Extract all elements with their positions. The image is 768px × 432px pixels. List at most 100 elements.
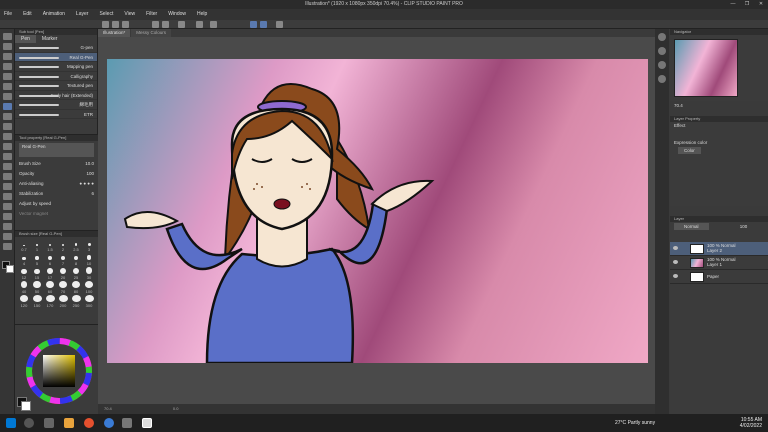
minimize-button[interactable]: — <box>726 0 740 9</box>
brush-size-option[interactable]: 2 <box>57 239 69 252</box>
layer-opacity[interactable]: 100 <box>740 224 748 229</box>
brush-size-option[interactable]: 170 <box>44 295 56 308</box>
brush-size-option[interactable]: 120 <box>18 295 30 308</box>
layer-row[interactable]: Paper <box>670 270 768 284</box>
brush-size-option[interactable]: 250 <box>70 295 82 308</box>
doc-tab-messy-colours[interactable]: Messy Colours <box>131 29 172 37</box>
snap-special-ruler-icon[interactable] <box>260 21 267 28</box>
brush-tool-icon[interactable] <box>3 123 12 130</box>
brush-size-option[interactable]: 300 <box>83 295 95 308</box>
eraser-tool-icon[interactable] <box>3 153 12 160</box>
brush-size-option[interactable]: 7 <box>57 253 69 266</box>
eye-icon[interactable] <box>673 274 678 278</box>
blend-tool-icon[interactable] <box>3 163 12 170</box>
undo-icon[interactable] <box>152 21 159 28</box>
brush-item[interactable]: 綿毛用 <box>15 100 97 110</box>
brush-size-option[interactable]: 10 <box>83 253 95 266</box>
brush-size-option[interactable]: 12 <box>18 267 30 280</box>
brush-size-value[interactable]: 10.0 <box>85 159 94 169</box>
menu-filter[interactable]: Filter <box>146 9 157 20</box>
sub-color-swatch[interactable] <box>6 265 14 273</box>
weather-widget[interactable]: 27°C Partly sunny <box>615 420 655 426</box>
snap-ruler-icon[interactable] <box>250 21 257 28</box>
blend-mode-select[interactable]: Normal <box>674 223 709 230</box>
anti-aliasing-selector[interactable]: ● ● ● ● <box>79 179 94 189</box>
brush-size-option[interactable]: 1.5 <box>44 239 56 252</box>
eye-icon[interactable] <box>673 260 678 264</box>
fill-tool-icon[interactable] <box>3 173 12 180</box>
brush-size-option[interactable]: 70 <box>57 281 69 294</box>
menu-edit[interactable]: Edit <box>23 9 32 20</box>
start-icon[interactable] <box>6 418 16 428</box>
brush-size-option[interactable]: 200 <box>57 295 69 308</box>
search-icon[interactable] <box>658 33 666 41</box>
brush-size-option[interactable]: 0.7 <box>18 239 30 252</box>
opacity-value[interactable]: 100 <box>86 169 94 179</box>
angle-readout[interactable]: 0.0 <box>173 406 179 411</box>
save-icon[interactable] <box>122 21 129 28</box>
menu-window[interactable]: Window <box>168 9 186 20</box>
vector-magnet-checkbox[interactable]: Vector magnet <box>19 209 48 219</box>
color-sub-swatch[interactable] <box>21 401 31 411</box>
brush-size-option[interactable]: 80 <box>70 281 82 294</box>
brush-size-option[interactable]: 8 <box>70 253 82 266</box>
file-explorer-icon[interactable] <box>64 418 74 428</box>
pen-tool-icon[interactable] <box>3 103 12 110</box>
new-icon[interactable] <box>102 21 109 28</box>
chrome-icon[interactable] <box>104 418 114 428</box>
selection-tool-icon[interactable] <box>3 73 12 80</box>
print-icon[interactable] <box>196 21 203 28</box>
menu-view[interactable]: View <box>124 9 135 20</box>
brush-size-option[interactable]: 1 <box>31 239 43 252</box>
brush-item[interactable]: ETR <box>15 110 97 119</box>
frame-tool-icon[interactable] <box>3 203 12 210</box>
clock[interactable]: 10:55 AM 4/02/2022 <box>740 417 762 429</box>
brush-item[interactable]: Calligraphy <box>15 72 97 81</box>
tab-pen[interactable]: Pen <box>15 35 36 43</box>
operation-tool-icon[interactable] <box>3 53 12 60</box>
close-button[interactable]: ✕ <box>754 0 768 9</box>
navigator-zoom[interactable]: 70.4 <box>674 103 683 108</box>
figure-tool-icon[interactable] <box>3 193 12 200</box>
maximize-button[interactable]: ❐ <box>740 0 754 9</box>
brush-size-option[interactable]: 3 <box>83 239 95 252</box>
layer-row[interactable]: 100 % Normal Layer 2 <box>670 242 768 256</box>
move-layer-tool-icon[interactable] <box>3 63 12 70</box>
ruler-tool-icon[interactable] <box>3 213 12 220</box>
brush-size-option[interactable]: 150 <box>31 295 43 308</box>
auto-select-tool-icon[interactable] <box>3 83 12 90</box>
search-taskbar-icon[interactable] <box>24 418 34 428</box>
move-tool-icon[interactable] <box>3 43 12 50</box>
zoom-tool-icon[interactable] <box>3 33 12 40</box>
menu-animation[interactable]: Animation <box>43 9 65 20</box>
airbrush-tool-icon[interactable] <box>3 133 12 140</box>
brush-item-selected[interactable]: Real G-Pen <box>15 52 97 62</box>
brush-size-option[interactable]: 30 <box>83 267 95 280</box>
text-tool-icon[interactable] <box>3 223 12 230</box>
eye-icon[interactable] <box>673 246 678 250</box>
brush-size-option[interactable]: 5 <box>31 253 43 266</box>
brush-size-option[interactable]: 60 <box>44 281 56 294</box>
eyedropper-tool-icon[interactable] <box>3 93 12 100</box>
balloon-tool-icon[interactable] <box>3 233 12 240</box>
task-view-icon[interactable] <box>44 418 54 428</box>
history-icon[interactable] <box>658 61 666 69</box>
brush-size-option[interactable]: 2.5 <box>70 239 82 252</box>
brush-item[interactable]: Textured pen <box>15 81 97 91</box>
browser-icon[interactable] <box>84 418 94 428</box>
transform-icon[interactable] <box>210 21 217 28</box>
menu-layer[interactable]: Layer <box>76 9 89 20</box>
tab-marker[interactable]: Marker <box>35 35 64 43</box>
layer-search-icon[interactable] <box>658 75 666 83</box>
brush-size-option[interactable]: 50 <box>31 281 43 294</box>
brush-size-option[interactable]: 15 <box>31 267 43 280</box>
navigator-thumbnail[interactable] <box>674 39 738 97</box>
brush-size-option[interactable]: 6 <box>44 253 56 266</box>
brush-item[interactable]: G-pen <box>15 43 97 53</box>
redo-icon[interactable] <box>162 21 169 28</box>
drawing-canvas[interactable] <box>107 59 648 363</box>
clip-studio-taskbar-icon[interactable] <box>142 418 152 428</box>
gradient-tool-icon[interactable] <box>3 183 12 190</box>
layer-row[interactable]: 100 % Normal Layer 1 <box>670 256 768 270</box>
clear-icon[interactable] <box>178 21 185 28</box>
